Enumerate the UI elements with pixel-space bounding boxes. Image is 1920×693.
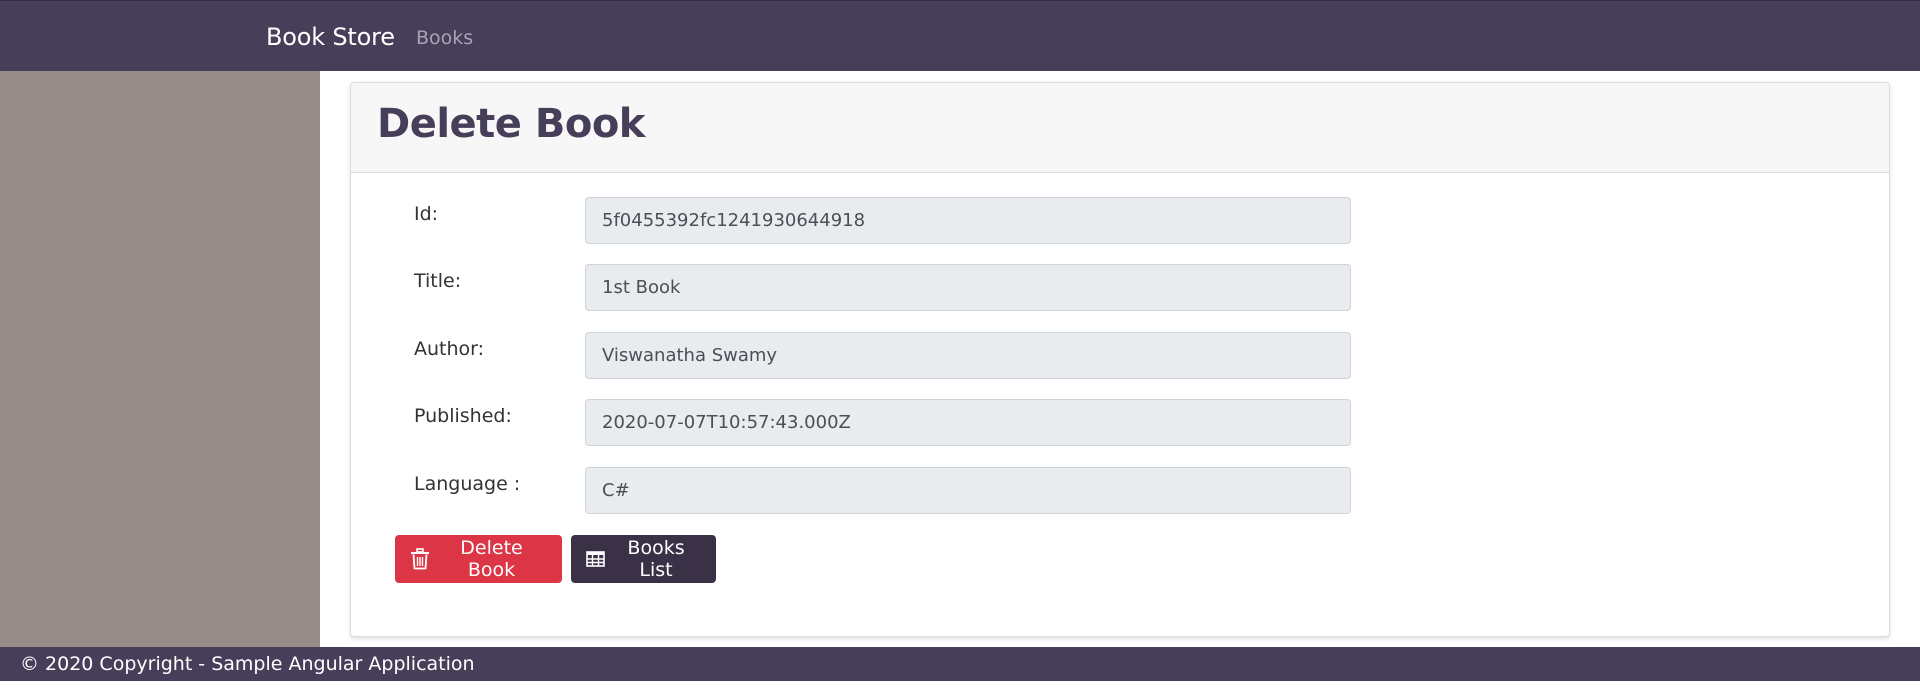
language-field[interactable] xyxy=(585,467,1351,514)
id-field[interactable] xyxy=(585,197,1351,244)
books-list-label: Books List xyxy=(627,537,685,581)
delete-book-card: Delete Book Id: Title: Author: Published… xyxy=(350,82,1890,637)
books-list-button[interactable]: Books List xyxy=(571,535,716,583)
author-field[interactable] xyxy=(585,332,1351,379)
published-label: Published: xyxy=(414,405,512,427)
trash-icon xyxy=(410,548,430,570)
delete-book-label: Delete Book xyxy=(460,537,523,581)
footer: © 2020 Copyright - Sample Angular Applic… xyxy=(0,647,1920,681)
nav-link-books[interactable]: Books xyxy=(416,27,473,49)
table-icon xyxy=(586,551,605,567)
top-navbar: Book Store Books xyxy=(0,0,1920,71)
title-field[interactable] xyxy=(585,264,1351,311)
page-title: Delete Book xyxy=(377,101,645,147)
footer-copyright: © 2020 Copyright - Sample Angular Applic… xyxy=(20,653,475,675)
published-field[interactable] xyxy=(585,399,1351,446)
id-label: Id: xyxy=(414,203,439,225)
card-header: Delete Book xyxy=(351,83,1889,173)
delete-book-button[interactable]: Delete Book xyxy=(395,535,562,583)
sidebar xyxy=(0,71,320,647)
author-label: Author: xyxy=(414,338,485,360)
language-label: Language : xyxy=(414,473,521,495)
title-label: Title: xyxy=(414,270,462,292)
brand-link[interactable]: Book Store xyxy=(266,23,395,51)
